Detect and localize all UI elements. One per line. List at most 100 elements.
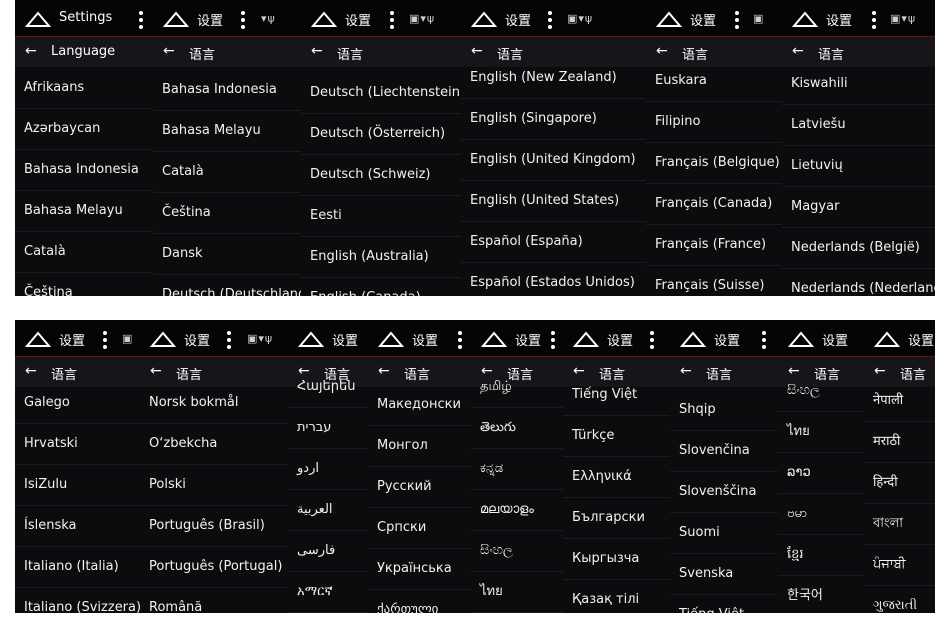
back-arrow-icon[interactable]: ← [150,363,162,379]
language-option[interactable]: Lietuvių [782,146,935,187]
back-arrow-icon[interactable]: ← [792,43,804,59]
language-option[interactable]: Español (Estados Unidos) [461,263,646,296]
language-option[interactable]: ગુજરાતી [864,586,935,613]
language-option[interactable]: Français (Canada) [646,184,782,225]
language-option[interactable]: Română [140,588,288,613]
language-option[interactable]: Հայերեն [288,367,368,408]
home-icon[interactable] [680,331,706,347]
home-icon[interactable] [298,331,324,347]
language-option[interactable]: සිංහල [778,371,864,412]
language-option[interactable]: Bahasa Indonesia [15,150,153,191]
home-icon[interactable] [378,331,404,347]
language-option[interactable]: Magyar [782,187,935,228]
language-option[interactable]: Suomi [670,513,778,554]
overflow-menu-icon[interactable] [458,331,462,352]
language-option[interactable]: Galego [15,383,140,424]
home-icon[interactable] [874,331,900,347]
language-option[interactable]: Русский [368,467,471,508]
language-option[interactable]: ไทย [471,572,563,613]
home-icon[interactable] [656,11,682,27]
language-option[interactable]: नेपाली [864,381,935,422]
language-option[interactable]: English (United Kingdom) [461,140,646,181]
language-option[interactable]: Čeština [153,193,301,234]
language-option[interactable]: മലയാളം [471,490,563,531]
language-option[interactable]: Кыргызча [563,539,670,580]
language-option[interactable]: O‘zbekcha [140,424,288,465]
language-option[interactable]: Italiano (Svizzera) [15,588,140,613]
language-option[interactable]: Ελληνικά [563,457,670,498]
language-option[interactable]: Български [563,498,670,539]
back-arrow-icon[interactable]: ← [471,43,483,59]
home-icon[interactable] [25,331,51,347]
language-option[interactable]: עברית [288,408,368,449]
language-option[interactable]: ಕನ್ನಡ [471,449,563,490]
language-option[interactable]: فارسی [288,531,368,572]
language-option[interactable]: বাংলা [864,504,935,545]
language-option[interactable]: Filipino [646,102,782,143]
language-option[interactable]: తెలుగు [471,408,563,449]
language-option[interactable]: Deutsch (Deutschland) [153,275,301,296]
language-option[interactable]: Íslenska [15,506,140,547]
language-option[interactable]: Српски [368,508,471,549]
language-option[interactable]: English (Singapore) [461,99,646,140]
overflow-menu-icon[interactable] [548,11,552,32]
language-option[interactable]: Norsk bokmål [140,383,288,424]
language-option[interactable]: English (United States) [461,181,646,222]
language-option[interactable]: ქართული [368,590,471,613]
language-option[interactable]: Čeština [15,273,153,296]
language-option[interactable]: Svenska [670,554,778,595]
overflow-menu-icon[interactable] [872,11,876,32]
language-option[interactable]: Bahasa Melayu [15,191,153,232]
language-option[interactable]: Shqip [670,390,778,431]
overflow-menu-icon[interactable] [227,331,231,352]
home-icon[interactable] [573,331,599,347]
language-option[interactable]: Македонски [368,385,471,426]
language-option[interactable]: IsiZulu [15,465,140,506]
language-option[interactable]: Hrvatski [15,424,140,465]
language-option[interactable]: தமிழ் [471,367,563,408]
language-option[interactable]: Afrikaans [15,68,153,109]
language-option[interactable]: සිංහල [471,531,563,572]
language-option[interactable]: Polski [140,465,288,506]
back-arrow-icon[interactable]: ← [25,363,37,379]
language-option[interactable]: Español (España) [461,222,646,263]
language-option[interactable]: አማርኛ [288,572,368,613]
overflow-menu-icon[interactable] [139,11,143,32]
language-option[interactable]: Deutsch (Liechtenstein) [301,73,461,114]
language-option[interactable]: Nederlands (België) [782,228,935,269]
language-option[interactable]: Tiếng Việt [563,375,670,416]
language-option[interactable]: हिन्दी [864,463,935,504]
language-option[interactable]: Português (Portugal) [140,547,288,588]
back-arrow-icon[interactable]: ← [311,43,323,59]
home-icon[interactable] [788,331,814,347]
back-arrow-icon[interactable]: ← [163,43,175,59]
language-option[interactable]: Nederlands (Nederland) [782,269,935,296]
language-option[interactable]: Қазақ тілі [563,580,670,613]
language-option[interactable]: Türkçe [563,416,670,457]
language-option[interactable]: ລາວ [778,453,864,494]
language-option[interactable]: Kiswahili [782,64,935,105]
language-option[interactable]: Français (Belgique) [646,143,782,184]
overflow-menu-icon[interactable] [241,11,245,32]
overflow-menu-icon[interactable] [103,331,107,352]
language-option[interactable]: Eesti [301,196,461,237]
language-option[interactable]: Français (Suisse) [646,266,782,296]
language-option[interactable]: ไทย [778,412,864,453]
language-option[interactable]: Tiếng Việt [670,595,778,613]
language-option[interactable]: اردو [288,449,368,490]
language-option[interactable]: 한국어 [778,576,864,613]
overflow-menu-icon[interactable] [390,11,394,32]
language-option[interactable]: Slovenčina [670,431,778,472]
language-option[interactable]: Français (France) [646,225,782,266]
back-arrow-icon[interactable]: ← [680,363,692,379]
home-icon[interactable] [311,11,337,27]
language-option[interactable]: Català [15,232,153,273]
language-option[interactable]: Deutsch (Schweiz) [301,155,461,196]
language-option[interactable]: Монгол [368,426,471,467]
language-option[interactable]: Latviešu [782,105,935,146]
back-arrow-icon[interactable]: ← [378,363,390,379]
language-option[interactable]: العربية [288,490,368,531]
language-option[interactable]: मराठी [864,422,935,463]
home-icon[interactable] [481,331,507,347]
home-icon[interactable] [792,11,818,27]
